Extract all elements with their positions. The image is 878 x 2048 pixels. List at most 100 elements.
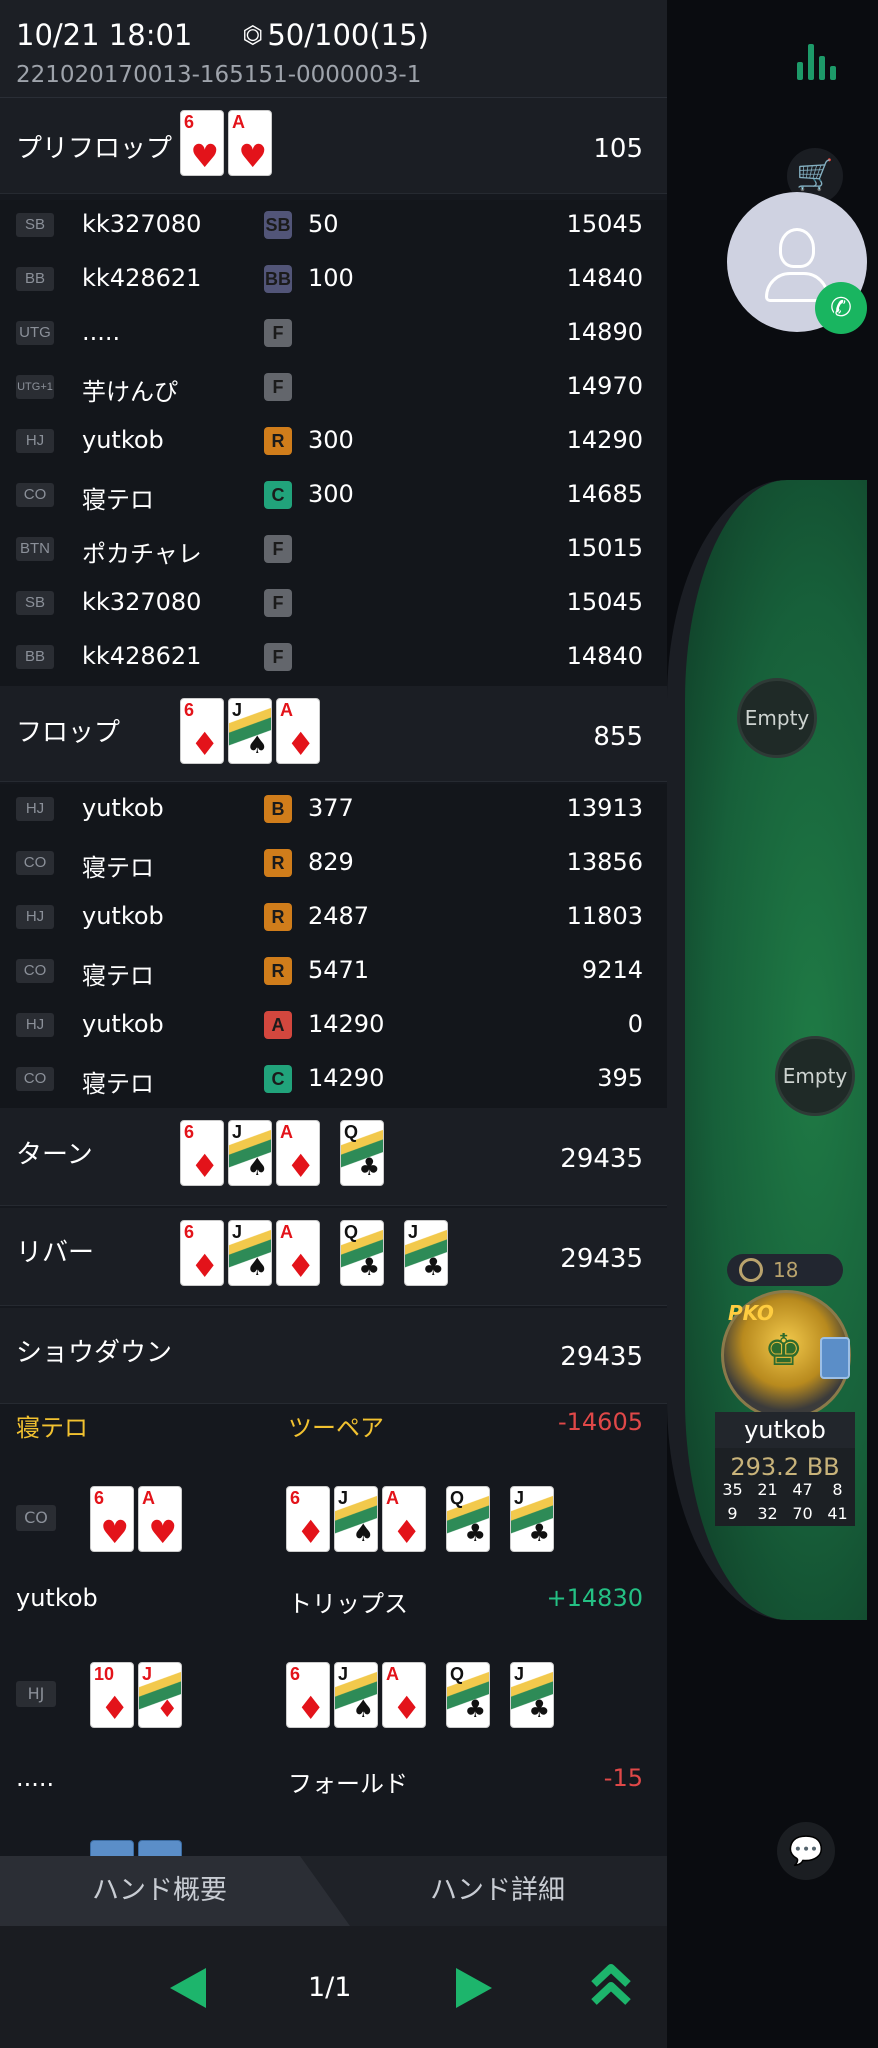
player-name: ..... [16, 1764, 55, 1792]
empty-seat[interactable]: Empty [775, 1036, 855, 1116]
card-rank: 6 [290, 1488, 301, 1508]
street-name: プリフロップ [16, 134, 173, 164]
player-name: 芋けんぴ [82, 378, 178, 406]
card-suit-icon: ♦ [296, 1513, 325, 1551]
playing-card: 6 ♦ [180, 698, 224, 764]
playing-card: A ♦ [382, 1486, 426, 1552]
action-badge: B [264, 795, 292, 823]
card-rank: Q [344, 1222, 359, 1242]
position-badge: BB [16, 267, 54, 291]
street-flop: フロップ 6 ♦ J ♠ A ♦ 855 [0, 686, 667, 782]
card-suit-icon: ♥ [190, 137, 219, 175]
card-suit-icon: ♥ [148, 1513, 177, 1551]
king-icon: ♚ [764, 1325, 804, 1376]
hero-stats: 35 21 47 8 9 32 70 41 [715, 1478, 855, 1526]
hero-avatar[interactable]: PKO ♚ [721, 1290, 851, 1420]
table-side-view: 🛒 ✆ Empty Empty 18 PKO ♚ yutkob 293.2 BB… [667, 0, 878, 2048]
card-rank: J [514, 1664, 525, 1684]
playing-card: Q ♣ [340, 1120, 384, 1186]
playing-card: J ♠ [334, 1486, 378, 1552]
playing-card: J ♣ [510, 1486, 554, 1552]
position-badge: BTN [16, 537, 54, 561]
action-badge: BB [264, 265, 292, 293]
hand-id: 221020170013-165151-0000003-1 [16, 62, 422, 88]
prev-arrow-icon[interactable] [170, 1968, 206, 2008]
showdown-result: yutkob トリップス +14830 HJ 10 ♦ J ♦ 6 ♦ J ♠ A ♦ Q ♣ J ♣ [0, 1580, 667, 1756]
tab-hand-summary[interactable]: ハンド概要 [0, 1856, 350, 1926]
position-badge: CO [16, 959, 54, 983]
card-rank: 6 [184, 1122, 195, 1142]
position-badge: HJ [16, 1013, 54, 1037]
playing-card: J ♣ [510, 1662, 554, 1728]
bounty-value: 18 [773, 1258, 799, 1282]
stack-value: 9214 [581, 956, 643, 984]
bounty-badge: 18 [727, 1254, 843, 1286]
playing-card: A ♦ [276, 698, 320, 764]
action-row: HJ yutkob B 377 13913 [0, 784, 667, 838]
action-amount: 300 [308, 426, 354, 454]
phone-icon[interactable]: ✆ [815, 282, 867, 334]
playing-card: 6 ♥ [90, 1486, 134, 1552]
card-suit-icon: ♦ [156, 1695, 178, 1723]
action-badge: F [264, 535, 292, 563]
card-suit-icon: ♦ [190, 1147, 219, 1185]
card-back [820, 1337, 850, 1379]
card-suit-icon: ♠ [246, 1153, 268, 1181]
position-badge: HJ [16, 1681, 56, 1707]
card-suit-icon: ♣ [358, 1153, 380, 1181]
player-name: yutkob [82, 902, 164, 930]
action-amount: 50 [308, 210, 339, 238]
card-rank: Q [450, 1664, 465, 1684]
player-name: 寝テロ [16, 1414, 88, 1442]
card-suit-icon: ♦ [286, 1147, 315, 1185]
playing-card: Q ♣ [446, 1486, 490, 1552]
stat-value: 8 [832, 1480, 843, 1499]
card-suit-icon: ♦ [100, 1689, 129, 1727]
double-chevron-up-icon[interactable] [590, 1962, 632, 2008]
card-suit-icon: ♠ [246, 1253, 268, 1281]
position-badge: CO [16, 1505, 56, 1531]
stack-value: 14890 [566, 318, 643, 346]
card-rank: A [232, 112, 245, 132]
action-row: UTG+1 芋けんぴ F 14970 [0, 362, 667, 416]
stat-value: 21 [757, 1480, 778, 1499]
action-row: BB kk428621 BB 100 14840 [0, 254, 667, 308]
action-badge: F [264, 643, 292, 671]
playing-card: 6 ♦ [180, 1120, 224, 1186]
card-rank: A [280, 1222, 293, 1242]
card-suit-icon: ♣ [528, 1695, 550, 1723]
card-suit-icon: ♠ [246, 731, 268, 759]
tab-hand-detail[interactable]: ハンド詳細 [430, 1856, 565, 1926]
position-badge: SB [16, 591, 54, 615]
player-name: 寝テロ [82, 854, 154, 882]
card-suit-icon: ♥ [238, 137, 267, 175]
empty-seat[interactable]: Empty [737, 678, 817, 758]
playing-card: Q ♣ [446, 1662, 490, 1728]
action-badge: R [264, 849, 292, 877]
action-row: HJ yutkob A 14290 0 [0, 1000, 667, 1054]
blinds: 50/100(15) [267, 18, 429, 52]
player-name: 寝テロ [82, 486, 154, 514]
card-suit-icon: ♣ [528, 1519, 550, 1547]
bar-chart-icon[interactable] [797, 44, 836, 80]
action-row: BTN ポカチャレ F 15015 [0, 524, 667, 578]
datetime: 10/21 18:01 [16, 18, 193, 52]
player-name: kk327080 [82, 588, 202, 616]
card-rank: A [142, 1488, 155, 1508]
player-name: kk428621 [82, 264, 202, 292]
playing-card: 6 ♦ [180, 1220, 224, 1286]
chat-icon[interactable]: 💬 [777, 1822, 835, 1880]
page-indicator: 1/1 [308, 1972, 352, 2003]
action-amount: 100 [308, 264, 354, 292]
hand-header: 10/21 18:01 ⏣ 50/100(15) 221020170013-16… [0, 0, 667, 98]
street-pot: 855 [593, 722, 643, 752]
position-badge: HJ [16, 429, 54, 453]
hand-header-line1: 10/21 18:01 ⏣ 50/100(15) [16, 18, 429, 52]
street-river: リバー 6 ♦ J ♠ A ♦ Q ♣ J ♣ 29435 [0, 1208, 667, 1306]
street-name: ショウダウン [16, 1338, 173, 1368]
player-name: ポカチャレ [82, 540, 202, 568]
card-rank: A [386, 1664, 399, 1684]
next-arrow-icon[interactable] [456, 1968, 492, 2008]
action-badge: F [264, 373, 292, 401]
screen-root: 10/21 18:01 ⏣ 50/100(15) 221020170013-16… [0, 0, 878, 2048]
